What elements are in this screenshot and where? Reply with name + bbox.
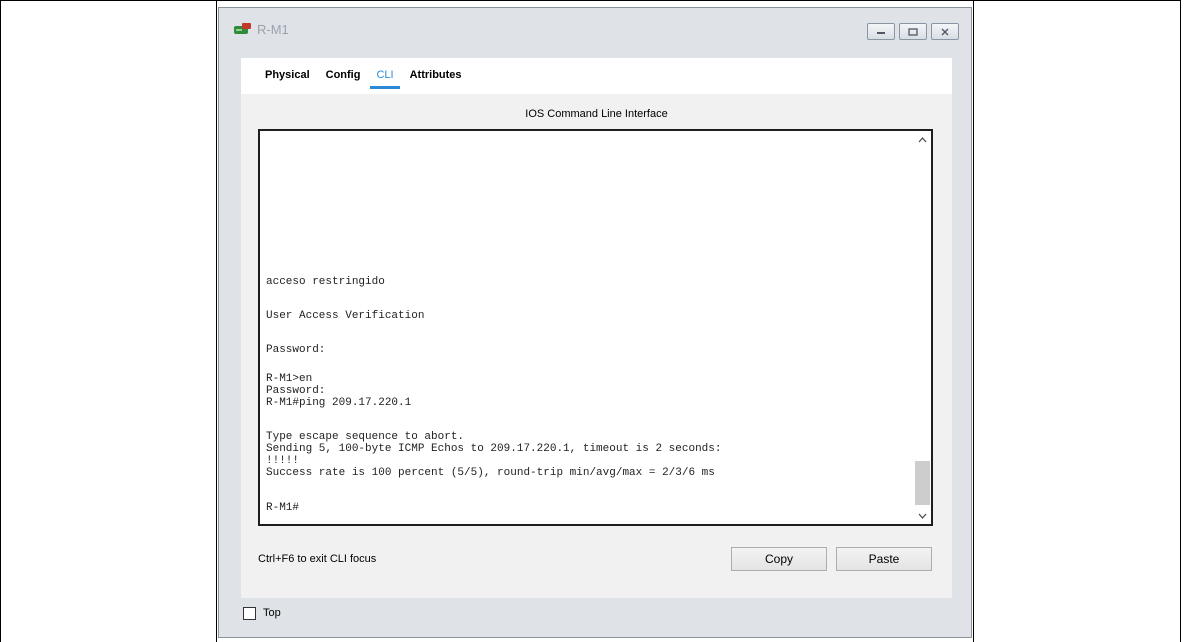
terminal-line: !!!!! [266, 455, 300, 467]
terminal-line: Password: [266, 385, 326, 397]
frame-column-left [216, 0, 217, 642]
tab-attributes[interactable]: Attributes [402, 64, 470, 86]
router-icon [234, 23, 251, 34]
cli-panel: IOS Command Line Interface acceso restri… [241, 94, 952, 598]
title-bar[interactable]: R-M1 [219, 8, 971, 50]
top-checkbox[interactable] [243, 607, 256, 620]
minimize-icon[interactable] [867, 23, 895, 40]
terminal-output[interactable]: acceso restringido User Access Verificat… [266, 131, 906, 524]
tab-physical[interactable]: Physical [257, 64, 318, 86]
terminal-line: Sending 5, 100-byte ICMP Echos to 209.17… [266, 443, 722, 455]
top-checkbox-label: Top [263, 607, 281, 619]
tab-config[interactable]: Config [318, 64, 369, 86]
terminal-scrollbar[interactable] [914, 131, 931, 524]
terminal-prompt: R-M1# [266, 502, 300, 514]
frame-left-border [0, 0, 1, 642]
window-client-area: Physical Config CLI Attributes IOS Comma… [241, 58, 952, 598]
tab-bar: Physical Config CLI Attributes [257, 64, 470, 89]
terminal-line: R-M1>en [266, 373, 313, 385]
window-controls [867, 23, 959, 40]
terminal-line: R-M1#ping 209.17.220.1 [266, 397, 412, 409]
terminal-line: Password: [266, 344, 326, 356]
device-window: R-M1 Physical Config CLI Attributes IOS … [218, 7, 972, 638]
terminal-line: Type escape sequence to abort. [266, 431, 465, 443]
frame-column-right [973, 0, 974, 642]
tab-cli[interactable]: CLI [368, 64, 401, 89]
close-icon[interactable] [931, 23, 959, 40]
window-title: R-M1 [257, 22, 289, 37]
paste-button[interactable]: Paste [836, 547, 932, 571]
cli-focus-hint: Ctrl+F6 to exit CLI focus [258, 553, 377, 565]
frame-top-border [0, 0, 1181, 1]
cli-header: IOS Command Line Interface [525, 108, 668, 120]
cli-terminal[interactable]: acceso restringido User Access Verificat… [258, 129, 933, 526]
scroll-down-icon[interactable] [914, 507, 931, 524]
maximize-icon[interactable] [899, 23, 927, 40]
terminal-line: Success rate is 100 percent (5/5), round… [266, 467, 715, 479]
scroll-up-icon[interactable] [914, 131, 931, 148]
frame-right-border [1180, 0, 1181, 642]
copy-button[interactable]: Copy [731, 547, 827, 571]
terminal-line: acceso restringido [266, 276, 385, 288]
scrollbar-thumb[interactable] [915, 461, 930, 505]
terminal-line: User Access Verification [266, 310, 425, 322]
